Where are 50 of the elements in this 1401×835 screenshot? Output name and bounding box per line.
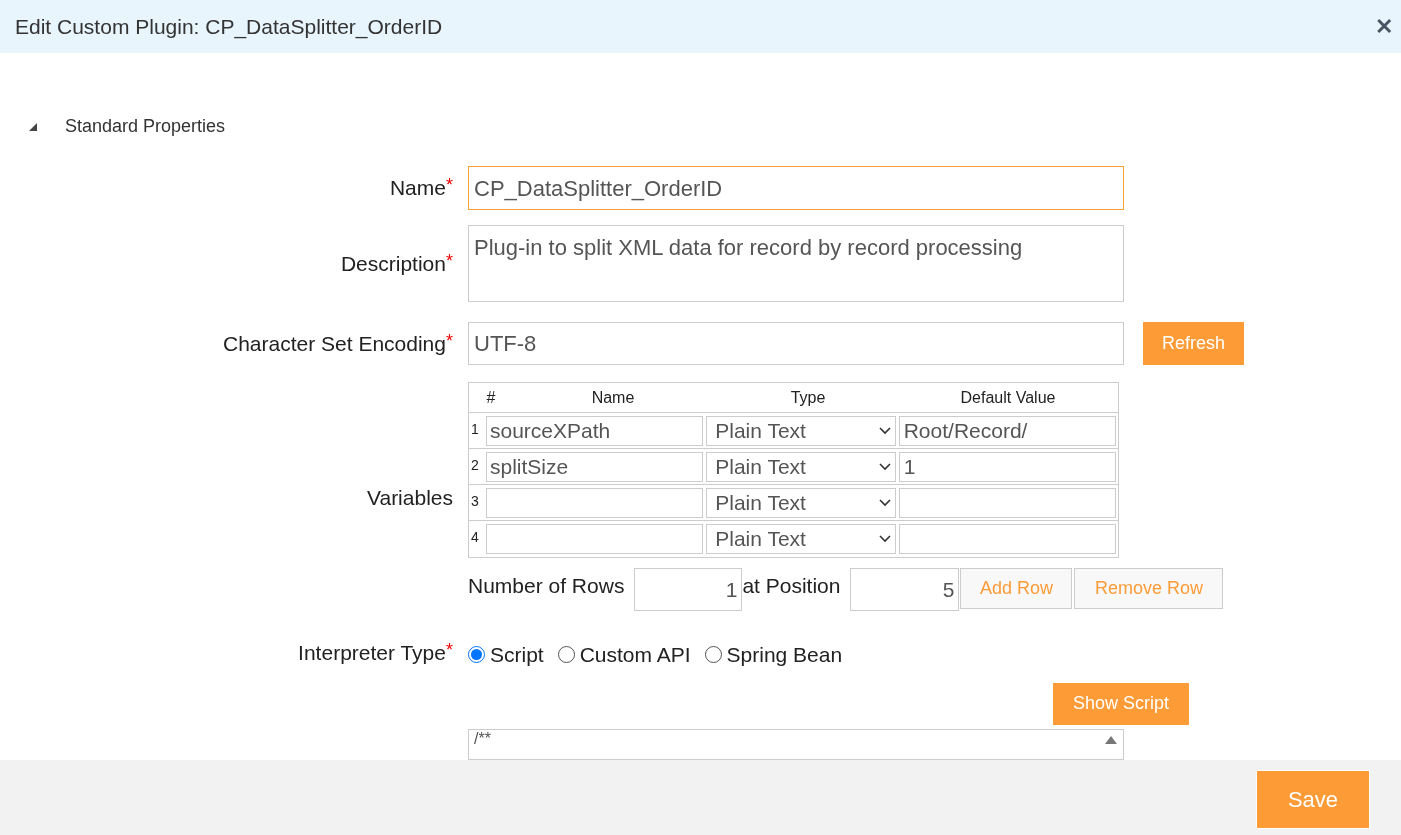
variable-name-field[interactable] [485, 524, 704, 554]
default-value-field[interactable] [898, 524, 1116, 554]
column-header: Type [789, 387, 827, 408]
position-field[interactable]: 5 [850, 568, 960, 611]
default-value-field[interactable] [898, 487, 1116, 518]
rows-label: Number of Rows [468, 573, 625, 599]
name-field[interactable]: CP_DataSplitter_OrderID [468, 166, 1124, 210]
close-button[interactable]: ✕ [1371, 10, 1397, 43]
row-number: 4 [471, 528, 480, 547]
description-field[interactable]: Plug-in to split XML data for record by record processing [468, 225, 1124, 302]
required-mark: * [446, 250, 453, 271]
type-dropdown[interactable]: Plain Text [706, 451, 896, 482]
collapse-toggle[interactable] [27, 121, 37, 132]
triangle-icon [27, 122, 37, 131]
section-title: Standard Properties [65, 115, 226, 138]
field-label: Character Set Encoding [223, 331, 446, 355]
chevron-down-icon [878, 535, 891, 543]
column-header: # [485, 387, 497, 408]
chevron-down-icon [878, 498, 891, 507]
required-mark: * [446, 640, 453, 660]
required-mark: * [446, 330, 453, 351]
encoding-field[interactable]: UTF-8 [468, 322, 1124, 365]
position-label: at Position [742, 573, 841, 599]
radio-option[interactable]: Custom API [557, 639, 691, 671]
script-editor[interactable]: /** [468, 728, 1124, 760]
field-label: Interpreter Type [298, 641, 446, 664]
type-dropdown[interactable]: Plain Text [706, 487, 896, 518]
required-mark: * [446, 175, 453, 196]
chevron-down-icon [878, 426, 891, 435]
column-header: Name [590, 387, 636, 408]
variable-name-field[interactable]: splitSize [485, 451, 704, 482]
field-label: Variables [367, 486, 453, 509]
radio-option[interactable]: Script [468, 639, 544, 671]
field-label: Name [389, 176, 446, 200]
type-dropdown[interactable]: Plain Text [706, 415, 896, 446]
rows-count-field[interactable]: 1 [634, 568, 743, 611]
row-number: 1 [471, 420, 480, 439]
radio-option[interactable]: Spring Bean [704, 639, 843, 671]
dialog-title: Edit Custom Plugin: CP_DataSplitter_OrderID [15, 13, 443, 41]
default-value-field[interactable]: Root/Record/ [898, 415, 1116, 446]
field-label: Description [340, 251, 446, 275]
row-number: 2 [471, 456, 480, 475]
default-value-field[interactable]: 1 [898, 451, 1116, 482]
scroll-up-icon[interactable] [1105, 735, 1117, 744]
row-number: 3 [471, 492, 480, 511]
type-dropdown[interactable]: Plain Text [706, 524, 896, 554]
variable-name-field[interactable]: sourceXPath [485, 415, 704, 446]
variable-name-field[interactable] [485, 487, 704, 518]
chevron-down-icon [878, 462, 891, 471]
column-header: Default Value [959, 387, 1057, 408]
